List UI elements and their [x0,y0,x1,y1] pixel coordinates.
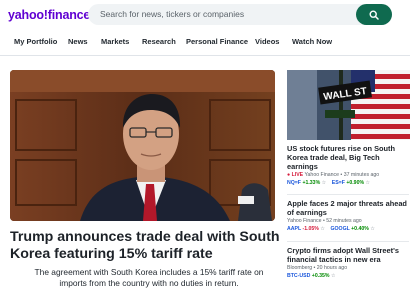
ticker-symbol: GOOGL [330,226,350,232]
nav-watch-now[interactable]: Watch Now [292,37,332,46]
ticker-list: AAPL -1.05% ☆ GOOGL +0.40% ☆ [287,226,409,232]
rail-story[interactable]: Apple faces 2 major threats ahead of ear… [287,199,409,232]
ticker-change: -1.05% [302,226,319,232]
hero-photo [10,70,275,221]
rail-story[interactable]: Crypto firms adopt Wall Street's financi… [287,246,409,279]
ticker-symbol: ES=F [331,180,345,186]
hero-image[interactable] [10,70,275,221]
nav-videos[interactable]: Videos [255,37,279,46]
star-icon[interactable]: ☆ [320,226,325,232]
story-title[interactable]: US stock futures rise on South Korea tra… [287,144,409,171]
star-icon[interactable]: ☆ [322,180,327,186]
story-time: 20 hours ago [316,265,348,271]
story-title[interactable]: Apple faces 2 major threats ahead of ear… [287,199,409,217]
story-source: Bloomberg [287,265,313,271]
story-source: Yahoo Finance [287,218,322,224]
story-divider [287,194,409,195]
ticker-symbol: NQ=F [287,180,301,186]
star-icon[interactable]: ☆ [331,273,336,279]
ticker-symbol: AAPL [287,226,302,232]
ticker-change: +0.90% [346,180,365,186]
nav-research[interactable]: Research [142,37,176,46]
star-icon[interactable]: ☆ [370,226,375,232]
rail-story[interactable]: US stock futures rise on South Korea tra… [287,144,409,186]
ticker-chip[interactable]: NQ=F +1.33% ☆ [287,180,326,186]
search-input[interactable]: Search for news, tickers or companies [100,9,244,19]
top-bar: yahoo!finance Search for news, tickers o… [0,0,410,30]
ticker-list: NQ=F +1.33% ☆ ES=F +0.90% ☆ [287,180,409,186]
nav-news[interactable]: News [68,37,88,46]
story-meta: Yahoo Finance • 52 minutes ago [287,218,362,224]
ticker-symbol: BTC-USD [287,273,311,279]
search-bar[interactable]: Search for news, tickers or companies [88,4,392,25]
nav-personal-finance[interactable]: Personal Finance [186,37,248,46]
main-nav: My Portfolio News Markets Research Perso… [0,33,410,53]
nav-divider [0,55,410,56]
ticker-change: +0.40% [351,226,369,232]
ticker-chip[interactable]: GOOGL +0.40% ☆ [330,226,375,232]
ticker-change: +1.33% [302,180,321,186]
story-meta: Bloomberg • 20 hours ago [287,265,348,271]
live-badge: ● LIVE [287,172,304,178]
logo-section: finance [47,8,91,22]
rail-image[interactable]: WALL ST [287,70,410,140]
hero-summary: The agreement with South Korea includes … [34,267,264,288]
hero-headline[interactable]: Trump announces trade deal with South Ko… [10,229,280,263]
story-title[interactable]: Crypto firms adopt Wall Street's financi… [287,246,409,264]
ticker-list: BTC-USD +0.35% ☆ [287,273,409,279]
ticker-chip[interactable]: AAPL -1.05% ☆ [287,226,325,232]
story-divider [287,241,409,242]
story-time: 52 minutes ago [326,218,362,224]
nav-markets[interactable]: Markets [101,37,129,46]
story-time: 37 minutes ago [343,172,380,178]
ticker-change: +0.35% [311,273,330,279]
search-button[interactable] [356,4,392,25]
ticker-chip[interactable]: ES=F +0.90% ☆ [332,180,370,186]
ticker-chip[interactable]: BTC-USD +0.35% ☆ [287,273,336,279]
nav-my-portfolio[interactable]: My Portfolio [14,37,57,46]
wall-street-photo: WALL ST [287,70,410,140]
search-icon [369,9,379,20]
story-source: Yahoo Finance [304,172,339,178]
yahoo-finance-logo[interactable]: yahoo!finance [8,8,90,22]
story-meta: ● LIVE Yahoo Finance • 37 minutes ago [287,172,380,178]
logo-brand: yahoo! [8,8,48,22]
live-label: LIVE [291,172,304,178]
star-icon[interactable]: ☆ [366,180,371,186]
